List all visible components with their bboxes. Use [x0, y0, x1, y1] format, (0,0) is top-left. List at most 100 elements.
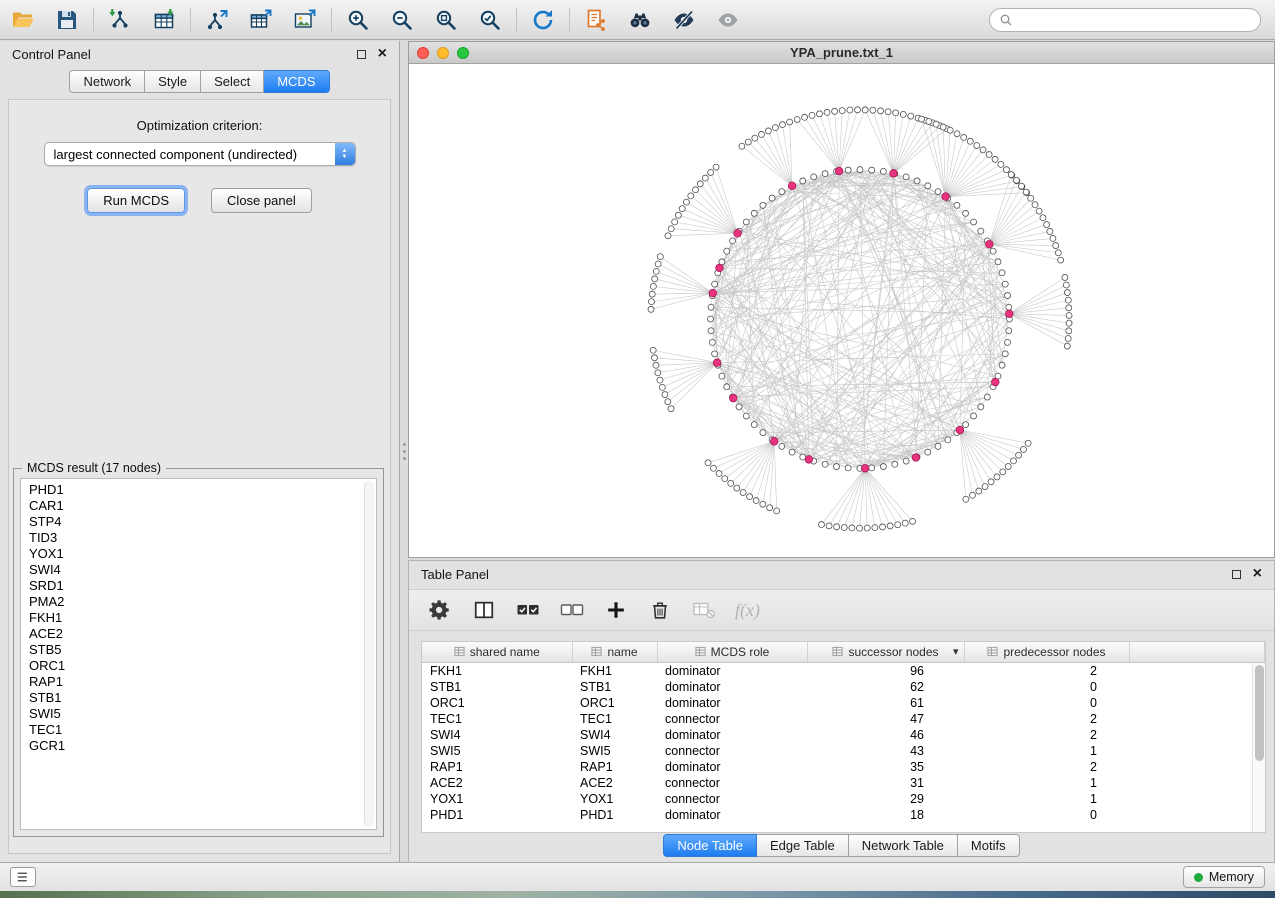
mcds-result-item[interactable]: SWI5 [25, 706, 361, 722]
network-node[interactable] [668, 406, 674, 412]
network-node[interactable] [935, 189, 941, 195]
network-node[interactable] [1047, 228, 1053, 234]
network-node[interactable] [753, 498, 759, 504]
zoom-in-button[interactable] [343, 5, 373, 35]
network-node[interactable] [902, 520, 908, 526]
network-node[interactable] [935, 443, 941, 449]
network-node[interactable] [679, 206, 685, 212]
network-node[interactable] [1032, 202, 1038, 208]
mcds-hub-node[interactable] [1005, 310, 1013, 318]
mcds-hub-node[interactable] [729, 394, 737, 402]
mcds-result-item[interactable]: PMA2 [25, 594, 361, 610]
network-node[interactable] [834, 524, 840, 530]
mcds-hub-node[interactable] [788, 182, 796, 190]
network-node[interactable] [734, 485, 740, 491]
network-node[interactable] [743, 219, 749, 225]
network-node[interactable] [688, 193, 694, 199]
network-node[interactable] [665, 399, 671, 405]
refresh-view-button[interactable] [528, 5, 558, 35]
cell-successor-nodes[interactable]: 29 [807, 791, 964, 807]
memory-button[interactable]: Memory [1183, 866, 1265, 888]
network-node[interactable] [1023, 189, 1029, 195]
network-node[interactable] [697, 181, 703, 187]
network-node[interactable] [961, 134, 967, 140]
network-node[interactable] [713, 164, 719, 170]
save-session-button[interactable] [52, 5, 82, 35]
network-node[interactable] [841, 525, 847, 531]
cell-mcds-role[interactable]: connector [657, 743, 807, 759]
cell-shared-name[interactable]: SWI5 [422, 743, 572, 759]
network-node[interactable] [1064, 290, 1070, 296]
delete-row-button[interactable] [647, 597, 673, 623]
mcds-result-item[interactable]: CAR1 [25, 498, 361, 514]
add-row-button[interactable] [603, 597, 629, 623]
network-node[interactable] [1000, 469, 1006, 475]
table-tab-network-table[interactable]: Network Table [849, 834, 958, 857]
mcds-result-item[interactable]: FKH1 [25, 610, 361, 626]
mcds-hub-node[interactable] [770, 438, 778, 446]
network-node[interactable] [978, 228, 984, 234]
network-node[interactable] [818, 522, 824, 528]
network-node[interactable] [994, 474, 1000, 480]
cell-successor-nodes[interactable]: 46 [807, 727, 964, 743]
network-node[interactable] [675, 212, 681, 218]
network-node[interactable] [760, 430, 766, 436]
network-node[interactable] [708, 316, 714, 322]
search-box[interactable] [989, 8, 1261, 32]
network-node[interactable] [752, 135, 758, 141]
export-network-button[interactable] [202, 5, 232, 35]
show-annotations-button[interactable] [713, 5, 743, 35]
network-node[interactable] [724, 384, 730, 390]
cell-shared-name[interactable]: SWI4 [422, 727, 572, 743]
sort-arrow-icon[interactable]: ▾ [953, 645, 959, 658]
network-node[interactable] [728, 480, 734, 486]
network-node[interactable] [1028, 195, 1034, 201]
network-node[interactable] [1008, 172, 1014, 178]
cell-shared-name[interactable]: RAP1 [422, 759, 572, 775]
network-node[interactable] [1050, 235, 1056, 241]
network-node[interactable] [745, 139, 751, 145]
cell-name[interactable]: FKH1 [572, 662, 657, 679]
network-node[interactable] [772, 125, 778, 131]
network-node[interactable] [716, 471, 722, 477]
network-node[interactable] [789, 449, 795, 455]
network-node[interactable] [1066, 312, 1072, 318]
panel-splitter[interactable] [400, 41, 408, 862]
table-scrollbar-thumb[interactable] [1255, 665, 1264, 761]
network-node[interactable] [914, 178, 920, 184]
tab-select[interactable]: Select [201, 70, 264, 93]
network-node[interactable] [1005, 339, 1011, 345]
network-node[interactable] [779, 122, 785, 128]
mcds-result-item[interactable]: STB5 [25, 642, 361, 658]
network-node[interactable] [1005, 293, 1011, 299]
table-row[interactable]: PHD1PHD1dominator180 [422, 807, 1265, 823]
network-node[interactable] [974, 142, 980, 148]
cell-mcds-role[interactable]: dominator [657, 695, 807, 711]
column-header-MCDS-role[interactable]: MCDS role [657, 642, 807, 662]
network-node[interactable] [1011, 458, 1017, 464]
network-node[interactable] [1066, 328, 1072, 334]
network-node[interactable] [736, 404, 742, 410]
network-node[interactable] [712, 351, 718, 357]
mcds-hub-node[interactable] [890, 170, 898, 178]
network-node[interactable] [1002, 351, 1008, 357]
mcds-result-item[interactable]: RAP1 [25, 674, 361, 690]
cell-shared-name[interactable]: FKH1 [422, 662, 572, 679]
network-node[interactable] [900, 111, 906, 117]
cell-successor-nodes[interactable]: 35 [807, 759, 964, 775]
network-node[interactable] [910, 518, 916, 524]
network-node[interactable] [1064, 343, 1070, 349]
network-node[interactable] [1058, 257, 1064, 263]
network-node[interactable] [800, 178, 806, 184]
cell-mcds-role[interactable]: connector [657, 791, 807, 807]
network-node[interactable] [648, 299, 654, 305]
network-node[interactable] [857, 167, 863, 173]
network-node[interactable] [971, 413, 977, 419]
network-node[interactable] [1025, 440, 1031, 446]
table-row[interactable]: YOX1YOX1connector291 [422, 791, 1265, 807]
network-node[interactable] [995, 259, 1001, 265]
cell-successor-nodes[interactable]: 43 [807, 743, 964, 759]
network-node[interactable] [945, 437, 951, 443]
window-minimize-button[interactable] [437, 47, 449, 59]
network-node[interactable] [954, 131, 960, 137]
